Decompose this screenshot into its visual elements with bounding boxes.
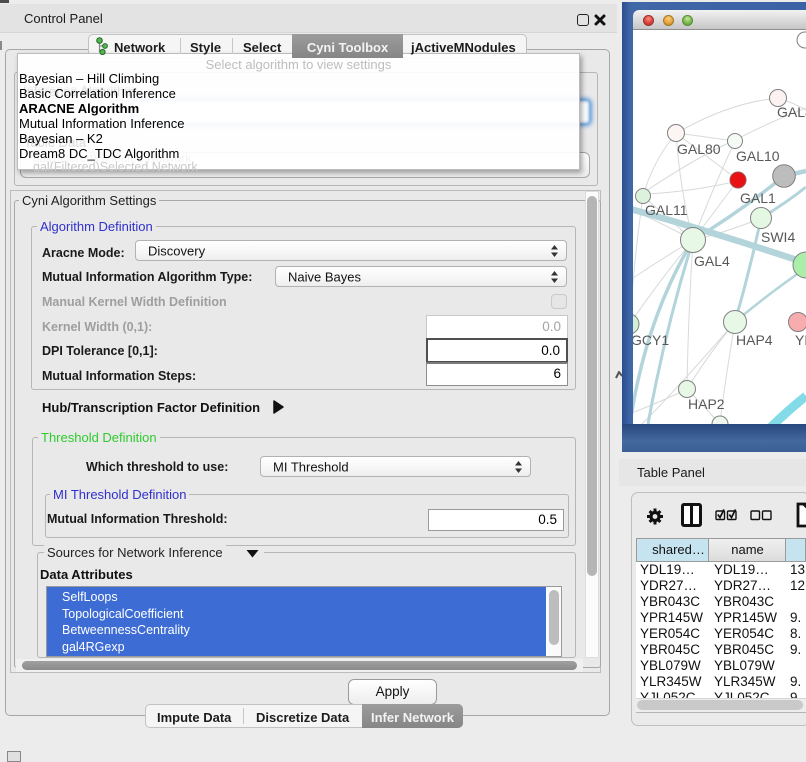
svg-text:GAL4: GAL4 xyxy=(694,253,730,269)
svg-text:GAL11: GAL11 xyxy=(645,202,688,218)
svg-text:GAL80: GAL80 xyxy=(677,141,721,157)
svg-text:GCY1: GCY1 xyxy=(633,332,669,348)
svg-text:HAP4: HAP4 xyxy=(736,332,773,348)
svg-text:GAL8: GAL8 xyxy=(777,104,806,120)
svg-text:GAL10: GAL10 xyxy=(736,148,780,164)
svg-text:HAP2: HAP2 xyxy=(688,396,725,412)
svg-text:SWI4: SWI4 xyxy=(761,229,795,245)
svg-text:GAL1: GAL1 xyxy=(740,190,776,206)
svg-text:YE: YE xyxy=(795,332,806,348)
